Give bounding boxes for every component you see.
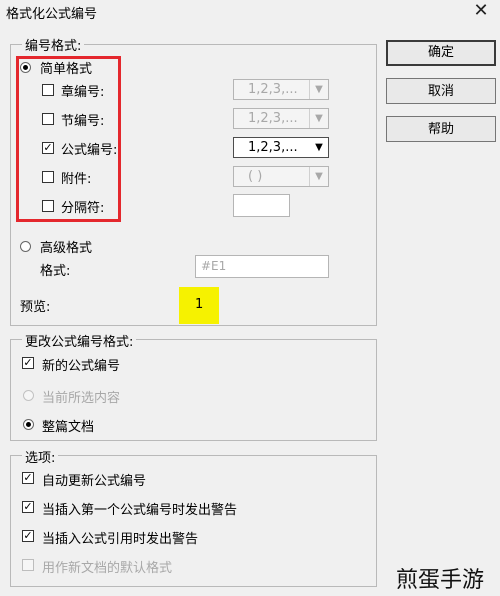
current-selection-radio[interactable]: [23, 390, 34, 401]
options-legend: 选项:: [22, 447, 59, 466]
section-number-value: 1,2,3,...: [248, 111, 298, 126]
watermark-text: 煎蛋手游: [396, 568, 485, 593]
whole-document-label: 整篇文档: [42, 420, 95, 435]
attachment-label: 附件:: [61, 172, 92, 187]
chapter-number-value: 1,2,3,...: [248, 82, 298, 97]
advanced-format-label: 高级格式: [40, 241, 93, 256]
chevron-down-icon: ▼: [309, 109, 328, 128]
section-number-label: 节编号:: [61, 114, 105, 129]
window-title: 格式化公式编号: [6, 7, 98, 22]
cancel-button[interactable]: 取消: [386, 78, 496, 104]
attachment-value: ( ): [248, 169, 263, 184]
auto-update-checkbox[interactable]: ✓: [22, 472, 34, 484]
separator-label: 分隔符:: [61, 201, 105, 216]
chevron-down-icon: ▼: [309, 167, 328, 186]
default-format-label: 用作新文档的默认格式: [42, 561, 173, 576]
simple-format-label: 简单格式: [40, 62, 93, 77]
equation-number-value: 1,2,3,...: [248, 140, 298, 155]
format-label: 格式:: [40, 264, 71, 279]
default-format-checkbox[interactable]: [22, 559, 34, 571]
close-icon[interactable]: ✕: [468, 0, 494, 22]
advanced-format-placeholder: #E1: [201, 259, 227, 273]
chapter-number-checkbox[interactable]: [42, 84, 54, 96]
advanced-format-radio[interactable]: [20, 241, 31, 252]
auto-update-label: 自动更新公式编号: [42, 474, 147, 489]
numbering-format-legend: 编号格式:: [22, 35, 85, 54]
preview-highlight: 1: [179, 287, 219, 324]
chevron-down-icon: ▼: [315, 142, 323, 153]
equation-number-checkbox[interactable]: ✓: [42, 142, 54, 154]
attachment-select[interactable]: ( ) ▼: [233, 166, 329, 187]
chapter-number-select[interactable]: 1,2,3,... ▼: [233, 79, 329, 100]
preview-value: 1: [195, 297, 204, 312]
equation-number-label: 公式编号:: [61, 143, 118, 158]
new-numbers-label: 新的公式编号: [42, 359, 121, 374]
warn-reference-label: 当插入公式引用时发出警告: [42, 532, 199, 547]
warn-first-number-checkbox[interactable]: ✓: [22, 501, 34, 513]
attachment-checkbox[interactable]: [42, 171, 54, 183]
help-button[interactable]: 帮助: [386, 116, 496, 142]
warn-reference-checkbox[interactable]: ✓: [22, 530, 34, 542]
whole-document-radio[interactable]: [23, 419, 34, 430]
chevron-down-icon: ▼: [309, 80, 328, 99]
advanced-format-input[interactable]: #E1: [195, 255, 329, 278]
simple-format-radio[interactable]: [20, 62, 31, 73]
change-format-legend: 更改公式编号格式:: [22, 331, 137, 350]
separator-checkbox[interactable]: [42, 200, 54, 212]
preview-label: 预览:: [20, 300, 51, 315]
separator-input[interactable]: [233, 194, 290, 217]
section-number-select[interactable]: 1,2,3,... ▼: [233, 108, 329, 129]
warn-first-number-label: 当插入第一个公式编号时发出警告: [42, 503, 238, 518]
ok-button[interactable]: 确定: [386, 40, 496, 66]
new-numbers-checkbox[interactable]: ✓: [22, 357, 34, 369]
equation-number-select[interactable]: 1,2,3,... ▼: [233, 137, 329, 158]
current-selection-label: 当前所选内容: [42, 391, 121, 406]
section-number-checkbox[interactable]: [42, 113, 54, 125]
chapter-number-label: 章编号:: [61, 85, 105, 100]
